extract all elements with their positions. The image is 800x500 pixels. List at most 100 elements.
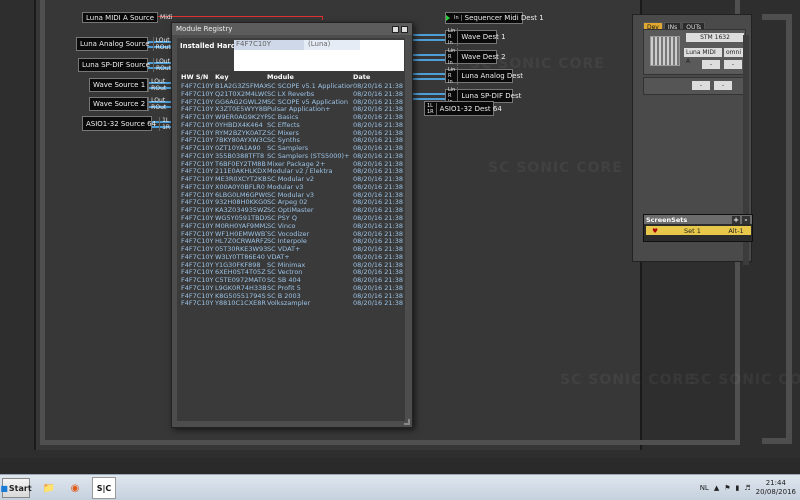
table-row[interactable]: F4F7C10Y B1A2G3Z5FMAX SC SCOPE v5.1 Applic… (177, 83, 405, 91)
close-icon[interactable] (401, 25, 408, 33)
slot-field[interactable]: - (692, 81, 710, 90)
hardware-serial[interactable]: F4F7C10Y (234, 40, 304, 50)
col-header[interactable]: Date (353, 73, 403, 81)
table-row[interactable]: F4F7C10Y 6LBG0LM6GPWC SC Modular v3 08/20/1… (177, 192, 405, 200)
table-row[interactable]: F4F7C10Y RYM2BZYK0ATZ SC Mixers 08/20/16 21… (177, 130, 405, 138)
folder-icon[interactable]: 📁 (38, 477, 60, 499)
slot-field[interactable]: - (714, 81, 732, 90)
flag-icon[interactable]: ⚑ (724, 484, 730, 492)
device-card[interactable]: STM 1632 Luna MIDI A omni - - (643, 29, 746, 75)
table-cell: 08/20/16 21:38 (353, 114, 403, 122)
table-row[interactable]: F4F7C10Y HL7Z0CRWARFZ SC Interpole 08/20/16… (177, 238, 405, 246)
source-asio[interactable]: ASIO1-32 Source 64 1L 1R (82, 116, 170, 131)
table-row[interactable]: F4F7C10Y GG6AG2GWL2M2 SC SCOPE v5 Applicat… (177, 99, 405, 107)
table-row[interactable]: F4F7C10Y KA3Z034935WZ SC OptiMaster 08/20/1… (177, 207, 405, 215)
dest-ports: 1L 1R (425, 102, 437, 115)
table-cell: X3ZT0E5WYY8B (215, 106, 267, 114)
table-cell: F4F7C10Y (181, 114, 214, 122)
source-luna-analog[interactable]: Luna Analog Source LOut ROut (76, 37, 171, 51)
table-cell: 08/20/16 21:38 (353, 191, 403, 199)
dest-wave-2[interactable]: Lin R In Wave Dest 2 (445, 48, 506, 66)
table-cell: F4F7C10Y (181, 152, 214, 160)
table-cell: 7BKY80AYXW3C (215, 137, 267, 145)
table-row[interactable]: F4F7C10Y T6BF0EY2TM8B Mixer Package 2+ 08/2… (177, 161, 405, 169)
table-cell: SC Modular v2 (267, 176, 315, 184)
add-screenset-button[interactable]: + (732, 215, 740, 224)
tray-expand-icon[interactable]: ▲ (714, 484, 719, 492)
start-button[interactable]: ■ Start (0, 478, 32, 498)
dest-label: Luna Analog Dest (461, 72, 524, 80)
table-row[interactable]: F4F7C10Y 7BKY80AYXW3C SC Synths 08/20/16 21… (177, 137, 405, 145)
table-row[interactable]: F4F7C10Y W3LY0TT86E40 VDAT+ 08/20/16 21:38 (177, 254, 405, 262)
source-wave-2[interactable]: Wave Source 2 LOut ROut (89, 97, 166, 111)
table-row[interactable]: F4F7C10Y 0ZT10YA1A90 SC Samplers 08/20/16 2… (177, 145, 405, 153)
table-cell: F4F7C10Y (181, 83, 214, 90)
language-indicator[interactable]: NL (700, 484, 709, 492)
dest-luna-analog[interactable]: Lin R In Luna Analog Dest (445, 67, 523, 85)
slot-field[interactable]: - (724, 60, 742, 69)
firefox-icon[interactable]: ◉ (64, 477, 86, 499)
dest-asio[interactable]: 1L 1R ASIO1-32 Dest 64 (424, 101, 502, 116)
clock[interactable]: 21:44 20/08/2016 (756, 479, 796, 497)
table-row[interactable]: F4F7C10Y 6XEH0ST4T05Z SC Vectron 08/20/16 2… (177, 269, 405, 277)
table-cell: 0ZT10YA1A90 (215, 145, 261, 153)
table-cell: 08/20/16 21:38 (353, 152, 403, 160)
slot-field[interactable]: - (702, 60, 720, 69)
table-row[interactable]: F4F7C10Y C5TE0972MAT0 SC SB 404 08/20/16 21… (177, 277, 405, 285)
table-cell: 08/20/16 21:38 (353, 261, 403, 269)
table-row[interactable]: F4F7C10Y WG5Y0591TBDX SC PSY Q 08/20/16 21:… (177, 215, 405, 223)
table-row[interactable]: F4F7C10Y K8G50551794S SC B 2003 08/20/16 21… (177, 293, 405, 301)
col-header[interactable]: HW S/N (177, 73, 215, 81)
resize-grip-icon[interactable] (404, 419, 410, 425)
source-luna-midi-a[interactable]: Luna MIDI A Source Midi (82, 12, 172, 23)
table-cell: VDAT+ (267, 253, 290, 261)
table-cell: F4F7C10Y (181, 168, 214, 176)
minimize-icon[interactable] (392, 25, 399, 33)
volume-icon[interactable]: ♬ (744, 484, 750, 492)
table-row[interactable]: F4F7C10Y L9GK0R74H33B SC Profit 5 08/20/16 … (177, 285, 405, 293)
table-row[interactable]: F4F7C10Y M0RH0YAF9MM2 SC Vinco 08/20/16 21:… (177, 223, 405, 231)
source-wave-1[interactable]: Wave Source 1 LOut ROut (89, 78, 166, 92)
table-row[interactable]: F4F7C10Y WF1H0EMWWBT SC Vocodizer 08/20/16 … (177, 231, 405, 239)
table-row[interactable]: F4F7C10Y 211E0AKHLKDX Modular v2 / Elektra… (177, 168, 405, 176)
col-header[interactable]: Module (267, 73, 353, 81)
table-row[interactable]: F4F7C10Y X3ZT0E5WYY8B Pulsar Application+ 0… (177, 106, 405, 114)
table-row[interactable]: F4F7C10Y ME3R0XCYT2KB SC Modular v2 08/20/1… (177, 176, 405, 184)
table-row[interactable]: F4F7C10Y 0YHBDX4K464 SC Effects 08/20/16 21… (177, 122, 405, 130)
source-label: Wave Source 2 (93, 100, 146, 108)
col-header[interactable]: Key (215, 73, 267, 81)
table-row[interactable]: F4F7C10Y X00A0Y0BFLR0 Modular v3 08/20/16 2… (177, 184, 405, 192)
table-cell: F4F7C10Y (181, 121, 214, 129)
hardware-name[interactable]: (Luna) (304, 40, 360, 50)
table-cell: Modular v2 / Elektra (267, 168, 333, 176)
table-cell: 08/20/16 21:38 (353, 129, 403, 137)
module-registry-window[interactable]: Module Registry Installed Hardware F4F7C… (171, 22, 413, 428)
table-cell: SC Synths (267, 137, 300, 145)
table-row[interactable]: F4F7C10Y 932H08H0KKG0 SC Arpeg 02 08/20/16 … (177, 199, 405, 207)
table-row[interactable]: F4F7C10Y 355B0388TFT8 SC Samplers (STS5000… (177, 153, 405, 161)
window-titlebar[interactable]: Module Registry (172, 23, 412, 35)
device-card-empty[interactable]: - - (643, 77, 746, 95)
source-luna-spdif[interactable]: Luna SP-DIF Source LOut ROut (78, 58, 171, 72)
midi-source[interactable]: Luna MIDI A (684, 48, 722, 65)
dest-sequencer-midi[interactable]: In Sequencer Midi Dest 1 (445, 12, 544, 24)
table-row[interactable]: F4F7C10Y W9ER0AG9K2YR SC Basics 08/20/16 21… (177, 114, 405, 122)
table-cell: F4F7C10Y (181, 137, 214, 145)
table-cell: 0YHBDX4K464 (215, 121, 263, 129)
table-row[interactable]: F4F7C10Y Q21T0X2M4LW0 SC LX Reverbs 08/20/1… (177, 91, 405, 99)
scope-app-icon[interactable]: S|C (92, 477, 116, 499)
routing-canvas[interactable]: SC SONIC CORE SC SONIC CORE SC SONIC COR… (0, 0, 800, 458)
table-row[interactable]: F4F7C10Y 05T30RKE3W93 SC VDAT+ 08/20/16 21:… (177, 246, 405, 254)
dest-label: Sequencer Midi Dest 1 (464, 14, 544, 22)
midi-channel[interactable]: omni (724, 48, 744, 57)
screenset-item[interactable]: ♥ Set 1 Alt-1 (646, 226, 751, 235)
remove-screenset-button[interactable]: - (742, 215, 750, 224)
table-cell: SC SB 404 (267, 277, 301, 285)
table-row[interactable]: F4F7C10Y Y1G30FKF898 SC Minimax 08/20/16 21… (177, 262, 405, 270)
table-cell: F4F7C10Y (181, 215, 214, 223)
network-icon[interactable]: ▮ (736, 484, 740, 492)
table-row[interactable]: F4F7C10Y Y8810C1CXE8R Volkszampler 08/20/16… (177, 300, 405, 308)
table-cell: SC Vinco (267, 222, 296, 230)
dest-wave-1[interactable]: Lin R In Wave Dest 1 (445, 28, 506, 46)
table-cell: F4F7C10Y (181, 145, 214, 153)
